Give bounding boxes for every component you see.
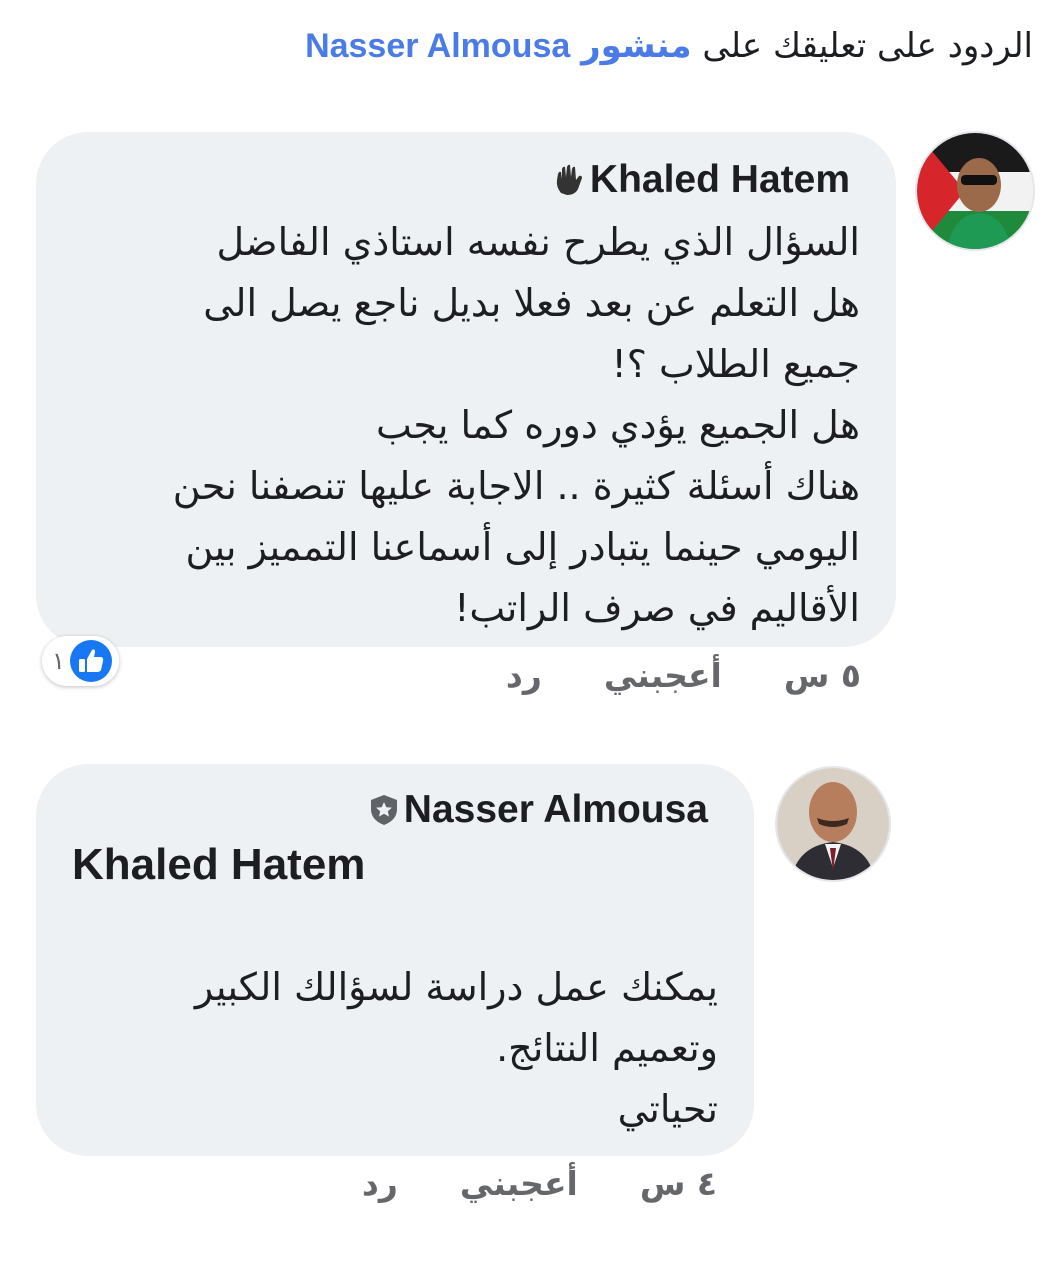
author-name: Nasser Almousa xyxy=(403,788,708,831)
reaction-count: ١ xyxy=(52,647,65,675)
comment-time: ٤ س xyxy=(639,1164,717,1203)
reaction-summary[interactable]: ١ xyxy=(42,636,119,686)
comment-bubble-khaled: Khaled Hatem السؤال الذي يطرح نفسه استاذ… xyxy=(36,132,896,647)
avatar-nasser-image xyxy=(777,768,889,880)
comment-author-nasser[interactable]: Nasser Almousa xyxy=(368,788,708,832)
like-button[interactable]: أعجبني xyxy=(460,1164,578,1203)
notification-header: الردود على تعليقك على منشور Nasser Almou… xyxy=(305,26,1033,66)
comment-bubble-nasser: Nasser Almousa Khaled Hatem يمكنك عمل در… xyxy=(36,764,754,1156)
comment-text-khaled: السؤال الذي يطرح نفسه استاذي الفاضل هل ا… xyxy=(172,220,860,630)
comment-author-khaled[interactable]: Khaled Hatem xyxy=(552,158,850,202)
like-thumb-icon xyxy=(69,640,112,682)
shield-star-icon xyxy=(370,795,397,825)
mention-tag[interactable]: Khaled Hatem xyxy=(72,840,365,890)
header-prefix: الردود على تعليقك على xyxy=(702,26,1033,66)
avatar-nasser[interactable] xyxy=(775,766,891,882)
reply-button[interactable]: رد xyxy=(506,656,542,695)
post-link[interactable]: منشور xyxy=(581,26,691,66)
post-author-link[interactable]: Nasser Almousa xyxy=(305,27,570,65)
avatar-khaled[interactable] xyxy=(915,131,1035,251)
reply-button[interactable]: رد xyxy=(362,1164,398,1203)
comment-time: ٥ س xyxy=(783,656,861,695)
comment-text-nasser: يمكنك عمل دراسة لسؤالك الكبير وتعميم الن… xyxy=(194,965,718,1131)
avatar-khaled-image xyxy=(917,133,1033,249)
comment-actions-khaled: ٥ س أعجبني رد xyxy=(506,656,861,695)
author-name: Khaled Hatem xyxy=(589,158,850,201)
like-button[interactable]: أعجبني xyxy=(604,656,722,695)
comment-actions-nasser: ٤ س أعجبني رد xyxy=(362,1164,717,1203)
raised-hand-icon xyxy=(556,164,582,195)
